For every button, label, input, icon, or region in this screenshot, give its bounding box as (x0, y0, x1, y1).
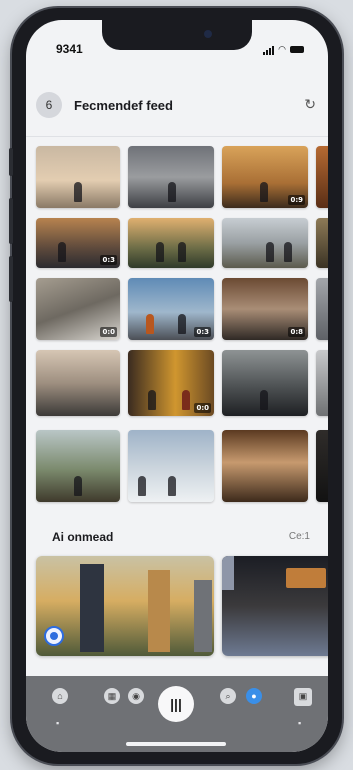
person-figure (74, 476, 82, 496)
person-figure (182, 390, 190, 410)
feed-tile[interactable] (316, 278, 328, 340)
screen: 9341 ◠ 6 Fecmendef feed ↻ 0:9 0:3 0:0 0:… (26, 20, 328, 752)
person-figure (74, 182, 82, 202)
camera-icon[interactable]: ◉ (128, 688, 144, 704)
search-icon[interactable]: ⌕ (220, 688, 236, 704)
feed-tile[interactable] (316, 146, 328, 208)
featured-tile[interactable] (36, 556, 214, 656)
person-figure (260, 390, 268, 410)
duration-badge: 0:0 (194, 403, 211, 413)
section-title: Ai onmead (52, 530, 114, 544)
feed-tile[interactable] (128, 218, 214, 268)
feed-tile[interactable]: 0:9 (222, 146, 308, 208)
person-figure (222, 556, 234, 590)
person-figure (266, 242, 274, 262)
feed-tile[interactable] (316, 350, 328, 416)
feed-tile[interactable]: 0:0 (128, 350, 214, 416)
feed-tile[interactable] (222, 430, 308, 502)
person-figure (146, 314, 154, 334)
person-figure (148, 390, 156, 410)
volume-up-button (9, 198, 13, 244)
photo-icon[interactable]: ▣ (294, 688, 312, 706)
person-figure (36, 556, 46, 586)
duration-badge: 0:3 (100, 255, 117, 265)
feed-tile[interactable] (128, 430, 214, 502)
person-figure (260, 182, 268, 202)
person-figure (168, 182, 176, 202)
play-button[interactable] (44, 626, 64, 646)
person-figure (156, 242, 164, 262)
mute-switch (9, 148, 13, 176)
feed-tile[interactable] (36, 146, 120, 208)
feed-tile[interactable] (36, 430, 120, 502)
volume-down-button (9, 256, 13, 302)
feed-tile[interactable] (222, 218, 308, 268)
grid-icon[interactable]: ▦ (104, 688, 120, 704)
feed-tile[interactable]: 0:3 (36, 218, 120, 268)
person-figure (284, 242, 292, 262)
person-figure (58, 242, 66, 262)
bottom-tab-bar: ⌂ ▦ ◉ ||| ⌕ ● ▣ ▪ ▪ (26, 676, 328, 752)
feed-tile[interactable] (36, 350, 120, 416)
phone-frame: 9341 ◠ 6 Fecmendef feed ↻ 0:9 0:3 0:0 0:… (9, 8, 342, 764)
person-figure (178, 242, 186, 262)
bars-icon: ||| (170, 696, 182, 712)
person-figure (168, 476, 176, 496)
tower-shape (194, 580, 212, 652)
feed-tile[interactable] (316, 218, 328, 268)
feed-tile[interactable]: 0:8 (222, 278, 308, 340)
featured-tile[interactable] (222, 556, 328, 656)
duration-badge: 0:3 (194, 327, 211, 337)
person-figure (178, 314, 186, 334)
feed-tile[interactable] (222, 350, 308, 416)
person-figure (138, 476, 146, 496)
share-icon: ▪ (298, 718, 302, 728)
duration-badge: 0:9 (288, 195, 305, 205)
lock-icon: ▪ (56, 718, 60, 728)
tower-shape (148, 570, 170, 652)
duration-badge: 0:0 (100, 327, 117, 337)
feed-tile[interactable] (128, 146, 214, 208)
duration-badge: 0:8 (288, 327, 305, 337)
tower-shape (80, 564, 104, 652)
feed-tile[interactable] (316, 430, 328, 502)
dot-icon[interactable]: ● (246, 688, 262, 704)
home-icon[interactable]: ⌂ (52, 688, 68, 704)
feed-tile[interactable]: 0:3 (128, 278, 214, 340)
center-action-button[interactable]: ||| (158, 686, 194, 722)
lit-building (286, 568, 326, 588)
section-action-link[interactable]: Ce:1 (289, 531, 310, 542)
feed-tile[interactable]: 0:0 (36, 278, 120, 340)
home-indicator (126, 742, 226, 746)
